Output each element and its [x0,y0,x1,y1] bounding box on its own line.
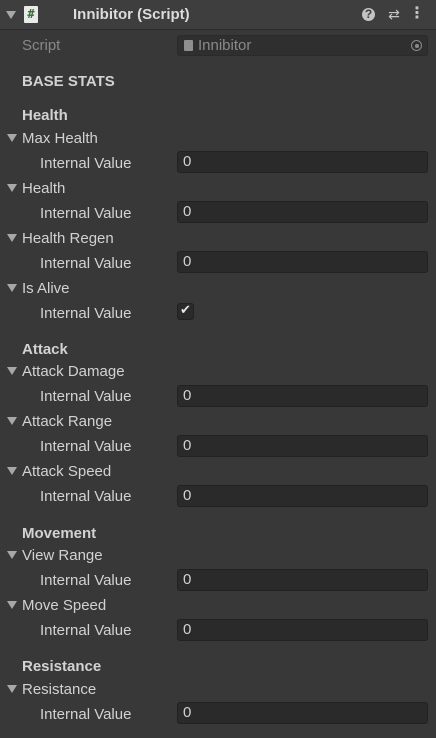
move-speed-internal-value-input[interactable]: 0 [177,619,428,641]
health-section-header: Health [22,107,68,124]
attack-range-label[interactable]: Attack Range [22,413,112,430]
max-health-internal-value-input[interactable]: 0 [177,151,428,173]
attack-damage-foldout-icon[interactable] [7,367,17,375]
is-alive-internal-value-checkbox[interactable]: ✔ [177,303,194,320]
resistance-foldout-icon[interactable] [7,685,17,693]
base-stats-header: BASE STATS [22,73,115,90]
component-title: Innibitor (Script) [73,6,190,23]
component-header[interactable]: # Innibitor (Script) ? ⇄ ⋮ [0,0,436,30]
view-range-internal-label: Internal Value [40,572,132,589]
is-alive-internal-label: Internal Value [40,305,132,322]
view-range-internal-value-input[interactable]: 0 [177,569,428,591]
health-internal-value-input[interactable]: 0 [177,201,428,223]
attack-range-internal-label: Internal Value [40,438,132,455]
health-foldout-icon[interactable] [7,184,17,192]
move-speed-label[interactable]: Move Speed [22,597,106,614]
move-speed-foldout-icon[interactable] [7,601,17,609]
script-label: Script [22,37,61,54]
checkmark-icon: ✔ [180,303,191,318]
movement-section-header: Movement [22,525,97,542]
health-regen-internal-label: Internal Value [40,255,132,272]
inspector-panel: # Innibitor (Script) ? ⇄ ⋮ Script Innibi… [0,0,436,738]
resistance-label[interactable]: Resistance [22,681,96,698]
move-speed-internal-label: Internal Value [40,622,132,639]
attack-range-internal-value-input[interactable]: 0 [177,435,428,457]
help-icon[interactable]: ? [362,8,375,21]
resistance-internal-label: Internal Value [40,706,132,723]
attack-section-header: Attack [22,341,68,358]
health-regen-internal-value-input[interactable]: 0 [177,251,428,273]
attack-speed-label[interactable]: Attack Speed [22,463,111,480]
is-alive-foldout-icon[interactable] [7,284,17,292]
is-alive-label[interactable]: Is Alive [22,280,70,297]
max-health-foldout-icon[interactable] [7,134,17,142]
health-regen-foldout-icon[interactable] [7,234,17,242]
script-icon: # [24,6,38,23]
attack-speed-foldout-icon[interactable] [7,467,17,475]
resistance-section-header: Resistance [22,658,102,675]
presets-icon[interactable]: ⇄ [386,6,402,22]
script-object-value: Innibitor [198,37,252,54]
component-foldout-arrow-icon[interactable] [6,11,16,19]
view-range-foldout-icon[interactable] [7,551,17,559]
context-menu-icon[interactable]: ⋮ [409,6,425,22]
max-health-label[interactable]: Max Health [22,130,98,147]
health-regen-label[interactable]: Health Regen [22,230,114,247]
object-picker-icon [411,40,422,51]
attack-range-foldout-icon[interactable] [7,417,17,425]
max-health-internal-label: Internal Value [40,155,132,172]
attack-speed-internal-value-input[interactable]: 0 [177,485,428,507]
resistance-internal-value-input[interactable]: 0 [177,702,428,724]
attack-damage-internal-label: Internal Value [40,388,132,405]
health-internal-label: Internal Value [40,205,132,222]
view-range-label[interactable]: View Range [22,547,103,564]
attack-damage-label[interactable]: Attack Damage [22,363,125,380]
script-object-field: Innibitor [177,35,428,56]
attack-speed-internal-label: Internal Value [40,488,132,505]
script-file-icon [184,40,193,51]
health-label[interactable]: Health [22,180,65,197]
attack-damage-internal-value-input[interactable]: 0 [177,385,428,407]
